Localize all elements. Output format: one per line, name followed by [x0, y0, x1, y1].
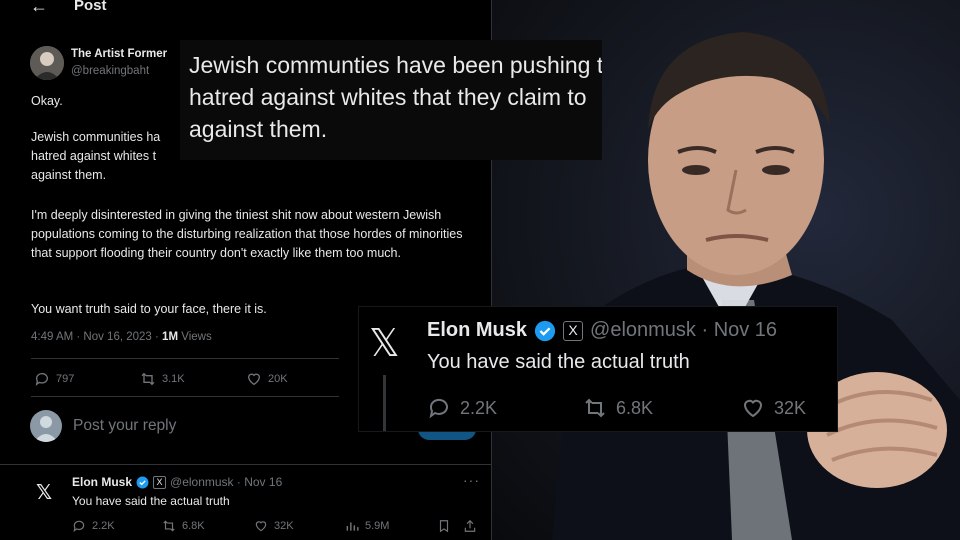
tweet-text-para1-line2: hatred against whites t — [31, 149, 157, 163]
reply-tweet-views-button[interactable]: 5.9M — [345, 519, 389, 533]
zoom-reply-author-name: Elon Musk — [427, 319, 528, 341]
tweet-timestamp[interactable]: 4:49 AM · Nov 16, 2023 · — [31, 331, 162, 343]
reply-button[interactable]: 797 — [34, 371, 74, 387]
author-avatar-image — [30, 46, 64, 80]
zoom-reply-text: You have said the actual truth — [427, 351, 690, 373]
like-icon — [743, 399, 763, 418]
reply-icon — [35, 373, 48, 386]
reply-tweet-like-button[interactable]: 32K — [254, 519, 294, 533]
repost-count: 3.1K — [162, 373, 185, 385]
user-avatar — [30, 410, 62, 442]
page-title: Post — [74, 0, 107, 14]
reply-icon — [429, 398, 448, 419]
reply-input[interactable]: Post your reply — [73, 417, 176, 435]
views-icon — [346, 522, 359, 531]
zoom-text-line2: hatred against whites that they claim to — [189, 84, 587, 110]
zoom-reply-header: Elon Musk X @elonmusk · Nov 16 — [427, 319, 777, 342]
zoom-text-line1: Jewish communties have been pushing t — [189, 52, 602, 78]
reply-tweet-header: Elon Musk X @elonmusk · Nov 16 — [72, 475, 282, 489]
tweet-meta: 4:49 AM · Nov 16, 2023 · 1M Views — [31, 331, 212, 343]
thread-line — [383, 375, 386, 431]
share-icon — [464, 519, 476, 532]
reply-tweet-like-count: 32K — [274, 520, 294, 532]
tweet-text-para3: You want truth said to your face, there … — [31, 302, 267, 316]
post-header: ← Post — [0, 0, 492, 20]
views-label: Views — [178, 331, 212, 343]
zoom-overlay-reply: 𝕏 Elon Musk X @elonmusk · Nov 16 You hav… — [358, 306, 838, 432]
more-icon[interactable]: ··· — [463, 472, 480, 488]
reply-author-handle[interactable]: @elonmusk · Nov 16 — [170, 475, 282, 489]
reply-count: 797 — [56, 373, 75, 385]
author-handle[interactable]: @breakingbaht — [71, 65, 149, 77]
bookmark-icon — [439, 520, 449, 533]
repost-icon — [163, 520, 175, 532]
verified-icon — [534, 320, 556, 341]
zoom-repost-count: 6.8K — [616, 397, 654, 418]
like-icon — [255, 521, 267, 532]
reply-tweet-repost-button[interactable]: 6.8K — [162, 519, 205, 533]
like-icon — [247, 373, 261, 386]
x-affiliation-icon: X — [563, 320, 584, 341]
tweet-text-okay: Okay. — [31, 94, 63, 108]
back-arrow-icon[interactable]: ← — [30, 0, 48, 17]
repost-button[interactable]: 3.1K — [140, 371, 185, 387]
x-affiliation-icon: X — [153, 475, 167, 489]
zoom-reply-author-handle: @elonmusk · Nov 16 — [590, 319, 778, 341]
reply-tweet-reply-count: 2.2K — [92, 520, 115, 532]
reply-icon — [73, 520, 85, 533]
views-count: 1M — [162, 331, 179, 343]
zoom-reply-reply-stat: 2.2K — [427, 396, 497, 420]
divider — [31, 396, 339, 397]
reply-tweet-views-count: 5.9M — [365, 520, 390, 532]
author-avatar[interactable] — [30, 46, 64, 80]
author-name[interactable]: The Artist Former — [71, 48, 167, 60]
divider — [31, 358, 339, 359]
tweet-text-para1-line1: Jewish communities ha — [31, 130, 161, 144]
reply-tweet-repost-count: 6.8K — [182, 520, 205, 532]
divider — [0, 464, 492, 465]
like-count: 20K — [268, 373, 288, 385]
zoom-overlay-tweet-text: Jewish communties have been pushing t ha… — [180, 40, 602, 160]
zoom-reply-like-stat: 32K — [741, 396, 806, 420]
tweet-text-para2: I'm deeply disinterested in giving the t… — [31, 208, 463, 260]
repost-icon — [585, 398, 605, 418]
zoom-reply-repost-stat: 6.8K — [583, 396, 653, 420]
reply-tweet-reply-button[interactable]: 2.2K — [72, 519, 115, 533]
reply-tweet-text: You have said the actual truth — [72, 494, 230, 508]
tweet-text-para1-line3: against them. — [31, 168, 107, 182]
zoom-text-line3: against them. — [189, 116, 328, 142]
x-logo-icon[interactable]: 𝕏 — [36, 480, 52, 505]
bookmark-button[interactable] — [437, 519, 451, 533]
reply-author-name[interactable]: Elon Musk — [72, 475, 132, 489]
default-avatar-icon — [34, 416, 58, 442]
verified-icon — [136, 476, 149, 488]
like-button[interactable]: 20K — [246, 371, 288, 387]
x-logo-icon: 𝕏 — [369, 323, 400, 365]
zoom-like-count: 32K — [774, 397, 807, 418]
share-button[interactable] — [463, 519, 477, 533]
zoom-reply-count: 2.2K — [460, 397, 498, 418]
repost-icon — [141, 372, 155, 386]
